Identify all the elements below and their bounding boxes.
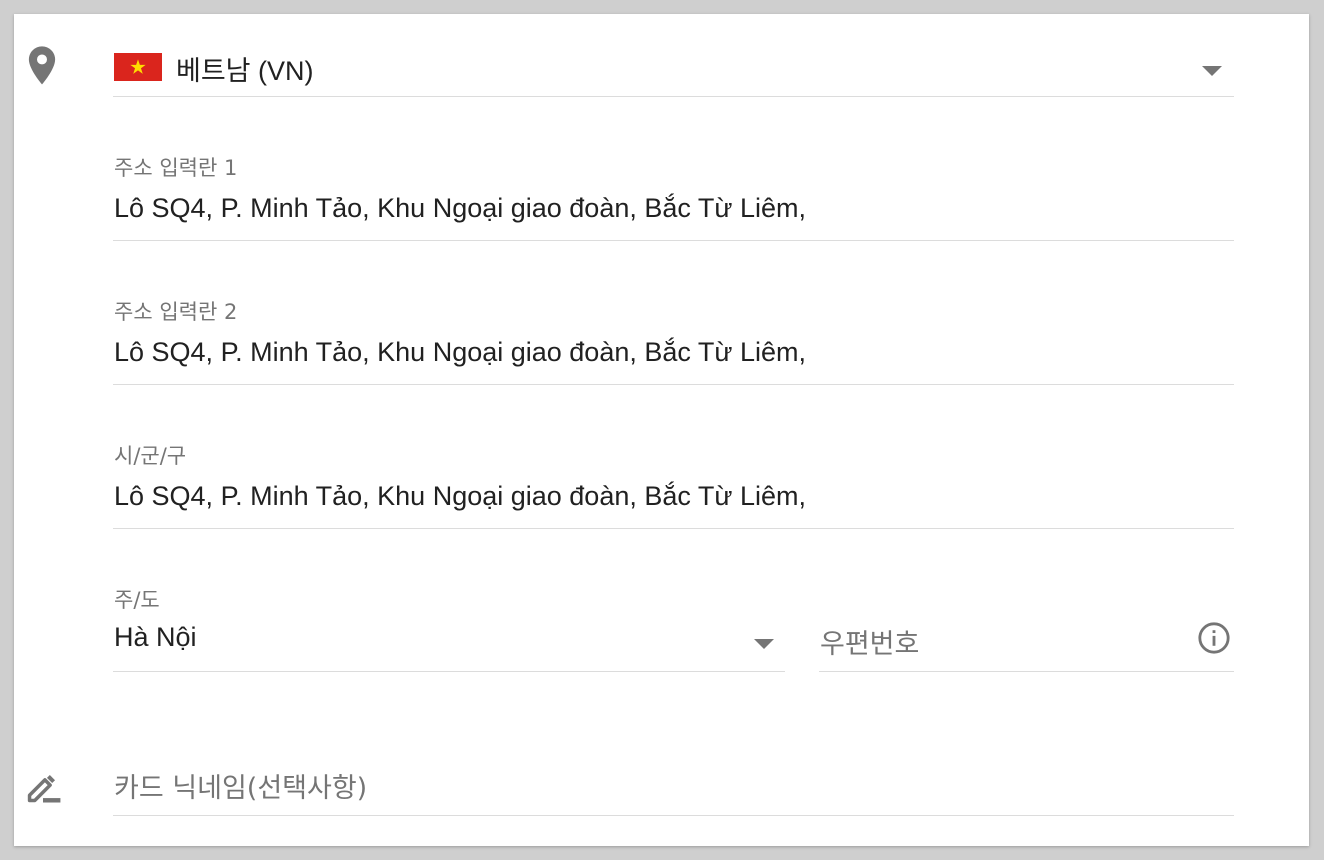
address-line2-input[interactable]: Lô SQ4, P. Minh Tảo, Khu Ngoại giao đoàn… [114, 337, 806, 368]
country-value: 베트남 (VN) [176, 56, 314, 86]
postal-code-field[interactable]: 우편번호 [819, 576, 1234, 672]
address-line2-label: 주소 입력란 2 [114, 300, 238, 324]
chevron-down-icon[interactable] [754, 639, 774, 649]
city-label: 시/군/구 [114, 444, 187, 468]
pencil-icon [22, 766, 64, 808]
country-select[interactable]: 베트남 (VN) [113, 36, 1234, 97]
state-label: 주/도 [114, 588, 160, 612]
vietnam-flag-icon [114, 53, 162, 81]
info-icon[interactable] [1196, 620, 1232, 656]
card-nickname-field[interactable]: 카드 닉네임(선택사항) [113, 752, 1234, 816]
card-nickname-input[interactable]: 카드 닉네임(선택사항) [114, 766, 367, 805]
state-value: Hà Nội [114, 622, 197, 652]
address-line1-input[interactable]: Lô SQ4, P. Minh Tảo, Khu Ngoại giao đoàn… [114, 193, 806, 224]
address-line1-field[interactable]: 주소 입력란 1 Lô SQ4, P. Minh Tảo, Khu Ngoại … [113, 144, 1234, 241]
address-line1-label: 주소 입력란 1 [114, 156, 238, 180]
chevron-down-icon[interactable] [1202, 66, 1222, 76]
city-field[interactable]: 시/군/구 Lô SQ4, P. Minh Tảo, Khu Ngoại gia… [113, 432, 1234, 529]
address-line2-field[interactable]: 주소 입력란 2 Lô SQ4, P. Minh Tảo, Khu Ngoại … [113, 288, 1234, 385]
postal-code-input[interactable]: 우편번호 [820, 622, 919, 661]
city-input[interactable]: Lô SQ4, P. Minh Tảo, Khu Ngoại giao đoàn… [114, 481, 806, 512]
address-form-card: 베트남 (VN) 주소 입력란 1 Lô SQ4, P. Minh Tảo, K… [14, 14, 1309, 846]
location-pin-icon [24, 44, 60, 88]
state-select[interactable]: 주/도 Hà Nội [113, 576, 785, 672]
